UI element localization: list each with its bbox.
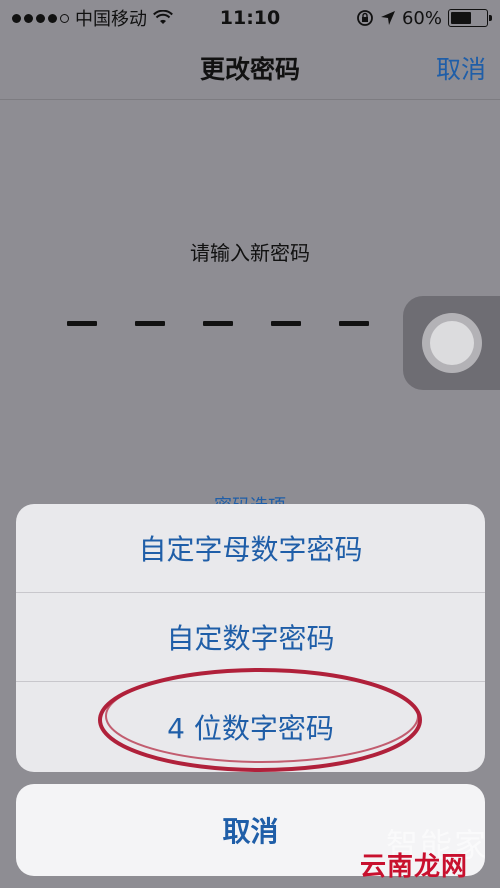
passcode-digit-slot — [339, 321, 369, 326]
passcode-digit-slot — [203, 321, 233, 326]
assistive-touch-button[interactable] — [403, 296, 500, 390]
action-sheet: 自定字母数字密码 自定数字密码 4 位数字密码 — [16, 504, 485, 772]
page-title: 更改密码 — [199, 55, 300, 84]
battery-percent: 60% — [401, 7, 442, 29]
rotation-lock-icon — [357, 10, 373, 26]
location-arrow-icon — [380, 11, 395, 25]
passcode-digit-slot — [271, 321, 301, 326]
status-right: 60% — [356, 7, 492, 29]
carrier-label: 中国移动 — [75, 9, 147, 30]
action-custom-numeric[interactable]: 自定数字密码 — [16, 593, 485, 682]
status-bar: 中国移动 11:10 60% — [0, 0, 500, 36]
watermark-site: 云南龙网 — [359, 852, 468, 882]
signal-dots-icon — [12, 13, 69, 23]
action-4-digit-numeric[interactable]: 4 位数字密码 — [16, 682, 485, 772]
nav-cancel-button[interactable]: 取消 — [436, 36, 486, 100]
passcode-digit-slot — [135, 321, 165, 326]
passcode-prompt: 请输入新密码 — [190, 241, 310, 265]
action-custom-alphanumeric[interactable]: 自定字母数字密码 — [16, 504, 485, 593]
status-left: 中国移动 — [12, 5, 173, 31]
battery-level — [451, 12, 472, 24]
wifi-icon — [153, 10, 173, 24]
passcode-digit-slot — [67, 321, 97, 326]
battery-icon — [448, 9, 492, 27]
nav-bar: 更改密码 取消 — [0, 36, 500, 100]
assistive-touch-icon — [421, 313, 482, 373]
passcode-field[interactable] — [67, 321, 437, 326]
